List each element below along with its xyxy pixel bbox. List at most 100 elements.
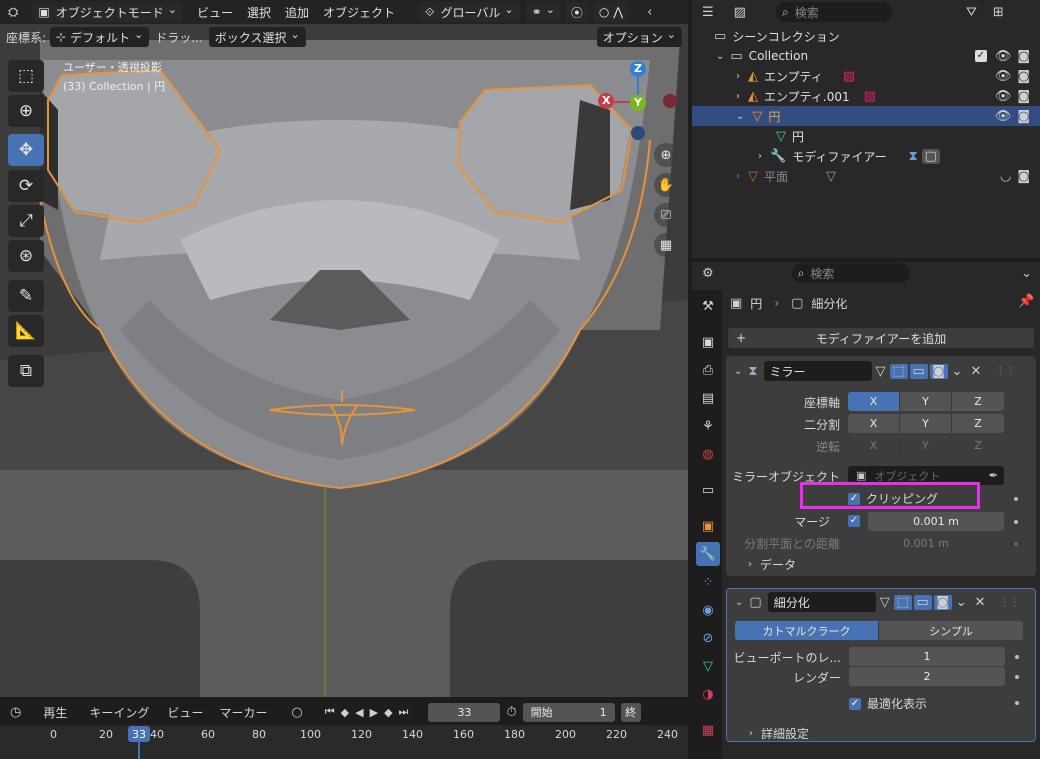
play-icon[interactable]: ▶ xyxy=(370,706,378,719)
prev-keyframe-icon[interactable]: ◆ xyxy=(341,706,349,719)
chevron-right-icon[interactable]: › xyxy=(736,91,740,102)
timeline-ruler[interactable]: 0 20 40 60 80 100 120 140 160 180 200 22… xyxy=(0,725,688,759)
output-tab-icon[interactable]: ⎙ xyxy=(696,358,720,382)
add-modifier-button[interactable]: + モディファイアーを追加 xyxy=(728,328,1034,348)
jump-start-icon[interactable]: ⏮ xyxy=(325,705,335,719)
menu-view[interactable]: ビュー xyxy=(197,4,233,21)
render-camera-icon[interactable]: ◙ xyxy=(933,594,952,610)
menu-select[interactable]: 選択 xyxy=(247,4,271,21)
texture-tab-icon[interactable]: ▦ xyxy=(696,718,720,742)
clock-editor-icon[interactable]: ◷ xyxy=(10,705,21,720)
keyframe-dot[interactable] xyxy=(1015,675,1019,679)
new-collection-icon[interactable]: ⊞ xyxy=(993,5,1004,20)
bisect-x-toggle[interactable]: X xyxy=(848,414,900,433)
drag-handle-icon[interactable]: ⋮⋮ xyxy=(1000,597,1020,608)
annotate-tool[interactable]: ✎ xyxy=(8,280,44,312)
clipping-checkbox-row[interactable]: ✓ クリッピング xyxy=(848,490,938,507)
eye-icon[interactable]: 👁 xyxy=(995,49,1012,64)
coordinate-system-dropdown[interactable]: ⊹ デフォルト xyxy=(50,27,150,47)
scale-tool[interactable]: ⤢ xyxy=(8,205,44,237)
play-reverse-icon[interactable]: ◀ xyxy=(355,706,363,719)
flip-x-toggle[interactable]: X xyxy=(848,436,900,455)
keyframe-dot[interactable] xyxy=(1014,520,1018,524)
keyframe-dot[interactable] xyxy=(1015,655,1019,659)
mirror-name-field[interactable]: ミラー xyxy=(763,361,872,381)
next-keyframe-icon[interactable]: ◆ xyxy=(384,706,392,719)
collection-row[interactable]: ⌄ ▭ Collection ✓ 👁 ◙ xyxy=(692,46,1040,66)
edit-mode-icon[interactable]: ▽ xyxy=(880,595,890,610)
options-dropdown[interactable]: オプション xyxy=(596,27,682,47)
viewport-levels-field[interactable]: 1 xyxy=(849,647,1005,666)
modifier-tab-icon[interactable]: 🔧 xyxy=(696,542,720,566)
select-box-tool[interactable]: ⬚ xyxy=(8,60,44,92)
physics-tab-icon[interactable]: ◉ xyxy=(696,598,720,622)
measure-tool[interactable]: 📐 xyxy=(8,315,44,347)
editor-type-icon[interactable]: ⛭ xyxy=(8,5,18,20)
cursor-tool[interactable]: ⊕ xyxy=(8,95,44,127)
keying-menu[interactable]: キーイング xyxy=(89,704,149,721)
bisect-z-toggle[interactable]: Z xyxy=(952,414,1004,433)
bisect-distance-field[interactable]: 0.001 m xyxy=(848,534,1004,553)
keyframe-dot[interactable] xyxy=(1015,701,1019,705)
clipping-checkbox[interactable]: ✓ xyxy=(848,492,860,505)
chevron-down-icon[interactable]: ⌄ xyxy=(956,595,967,610)
perspective-grid-icon[interactable]: ▦ xyxy=(654,233,678,257)
outliner-search-input[interactable]: ⌕ 検索 xyxy=(775,2,892,22)
drag-action-dropdown[interactable]: ボックス選択 xyxy=(208,27,306,47)
3d-viewport[interactable]: ⛭ ▣オブジェクトモード ビュー 選択 追加 オブジェクト ⟐グローバル ⚭ ⦿… xyxy=(0,0,688,697)
constraints-tab-icon[interactable]: ⊘ xyxy=(696,626,720,650)
chevron-left-icon[interactable]: ‹ xyxy=(647,5,652,20)
display-mode-icon[interactable]: ▨ xyxy=(734,5,746,20)
realtime-display-icon[interactable]: ▭ xyxy=(909,363,928,379)
camera-icon[interactable]: ◙ xyxy=(1017,169,1030,184)
rotate-tool[interactable]: ⟳ xyxy=(8,170,44,202)
chevron-right-icon[interactable]: › xyxy=(736,71,740,82)
chevron-down-icon[interactable]: ⌄ xyxy=(734,366,742,377)
axis-y-toggle[interactable]: Y xyxy=(900,392,952,411)
camera-icon[interactable]: ◙ xyxy=(1017,109,1030,124)
view-layer-tab-icon[interactable]: ▤ xyxy=(696,386,720,410)
close-icon[interactable]: ✕ xyxy=(970,364,981,379)
object-tab-icon[interactable]: ▣ xyxy=(696,514,720,538)
eye-icon[interactable]: 👁 xyxy=(995,89,1012,104)
render-tab-icon[interactable]: ▣ xyxy=(696,330,720,354)
playhead[interactable]: 33 xyxy=(128,726,150,742)
outliner-item-mesh-data[interactable]: ▽ 円 xyxy=(692,126,1040,146)
transform-tool[interactable]: ⊛ xyxy=(8,240,44,272)
drag-handle-icon[interactable]: ⋮⋮ xyxy=(995,366,1015,377)
chevron-right-icon[interactable]: › xyxy=(736,171,740,182)
object-mode-dropdown[interactable]: ▣ オブジェクトモード xyxy=(32,2,183,22)
jump-end-icon[interactable]: ⏭ xyxy=(399,705,409,719)
eye-icon[interactable]: 👁 xyxy=(995,109,1012,124)
flip-z-toggle[interactable]: Z xyxy=(952,436,1004,455)
simple-toggle[interactable]: シンプル xyxy=(879,621,1023,640)
proportional-editing-toggle[interactable]: ○ ⋀ xyxy=(592,2,630,22)
chevron-down-icon[interactable]: ⌄ xyxy=(952,364,963,379)
collection-tab-icon[interactable]: ▭ xyxy=(696,478,720,502)
scene-tab-icon[interactable]: ⚘ xyxy=(696,414,720,438)
scene-collection-row[interactable]: ▭ シーンコレクション xyxy=(692,26,1040,46)
chevron-down-icon[interactable]: ⌄ xyxy=(735,597,743,608)
eyedropper-icon[interactable]: ✒ xyxy=(989,469,998,482)
axis-x-toggle[interactable]: X xyxy=(848,392,900,411)
chevron-down-icon[interactable]: ⌄ xyxy=(716,51,724,62)
end-frame-field[interactable]: 終 xyxy=(620,702,641,722)
pin-icon[interactable]: 📌 xyxy=(1018,294,1034,309)
stopwatch-icon[interactable]: ⏱ xyxy=(506,705,516,720)
render-levels-field[interactable]: 2 xyxy=(849,667,1005,686)
menu-add[interactable]: 追加 xyxy=(285,4,309,21)
material-tab-icon[interactable]: ◑ xyxy=(696,682,720,706)
chevron-down-icon[interactable]: ⌄ xyxy=(1021,266,1032,281)
advanced-subpanel-header[interactable]: › 詳細設定 xyxy=(749,725,809,742)
camera-view-icon[interactable]: ⎚ xyxy=(654,203,678,227)
realtime-display-icon[interactable]: ▭ xyxy=(913,594,932,610)
pan-hand-icon[interactable]: ✋ xyxy=(654,173,678,197)
catmull-clark-toggle[interactable]: カトマルクラーク xyxy=(735,621,879,640)
properties-search-input[interactable]: ⌕ 検索 xyxy=(791,263,910,283)
camera-icon[interactable]: ◙ xyxy=(1017,69,1030,84)
on-cage-icon[interactable]: ⬚ xyxy=(893,594,912,610)
data-tab-icon[interactable]: ▽ xyxy=(696,654,720,678)
move-tool[interactable]: ✥ xyxy=(8,134,44,166)
keyframe-dot[interactable] xyxy=(1014,497,1018,501)
timeline-view-menu[interactable]: ビュー xyxy=(167,704,203,721)
